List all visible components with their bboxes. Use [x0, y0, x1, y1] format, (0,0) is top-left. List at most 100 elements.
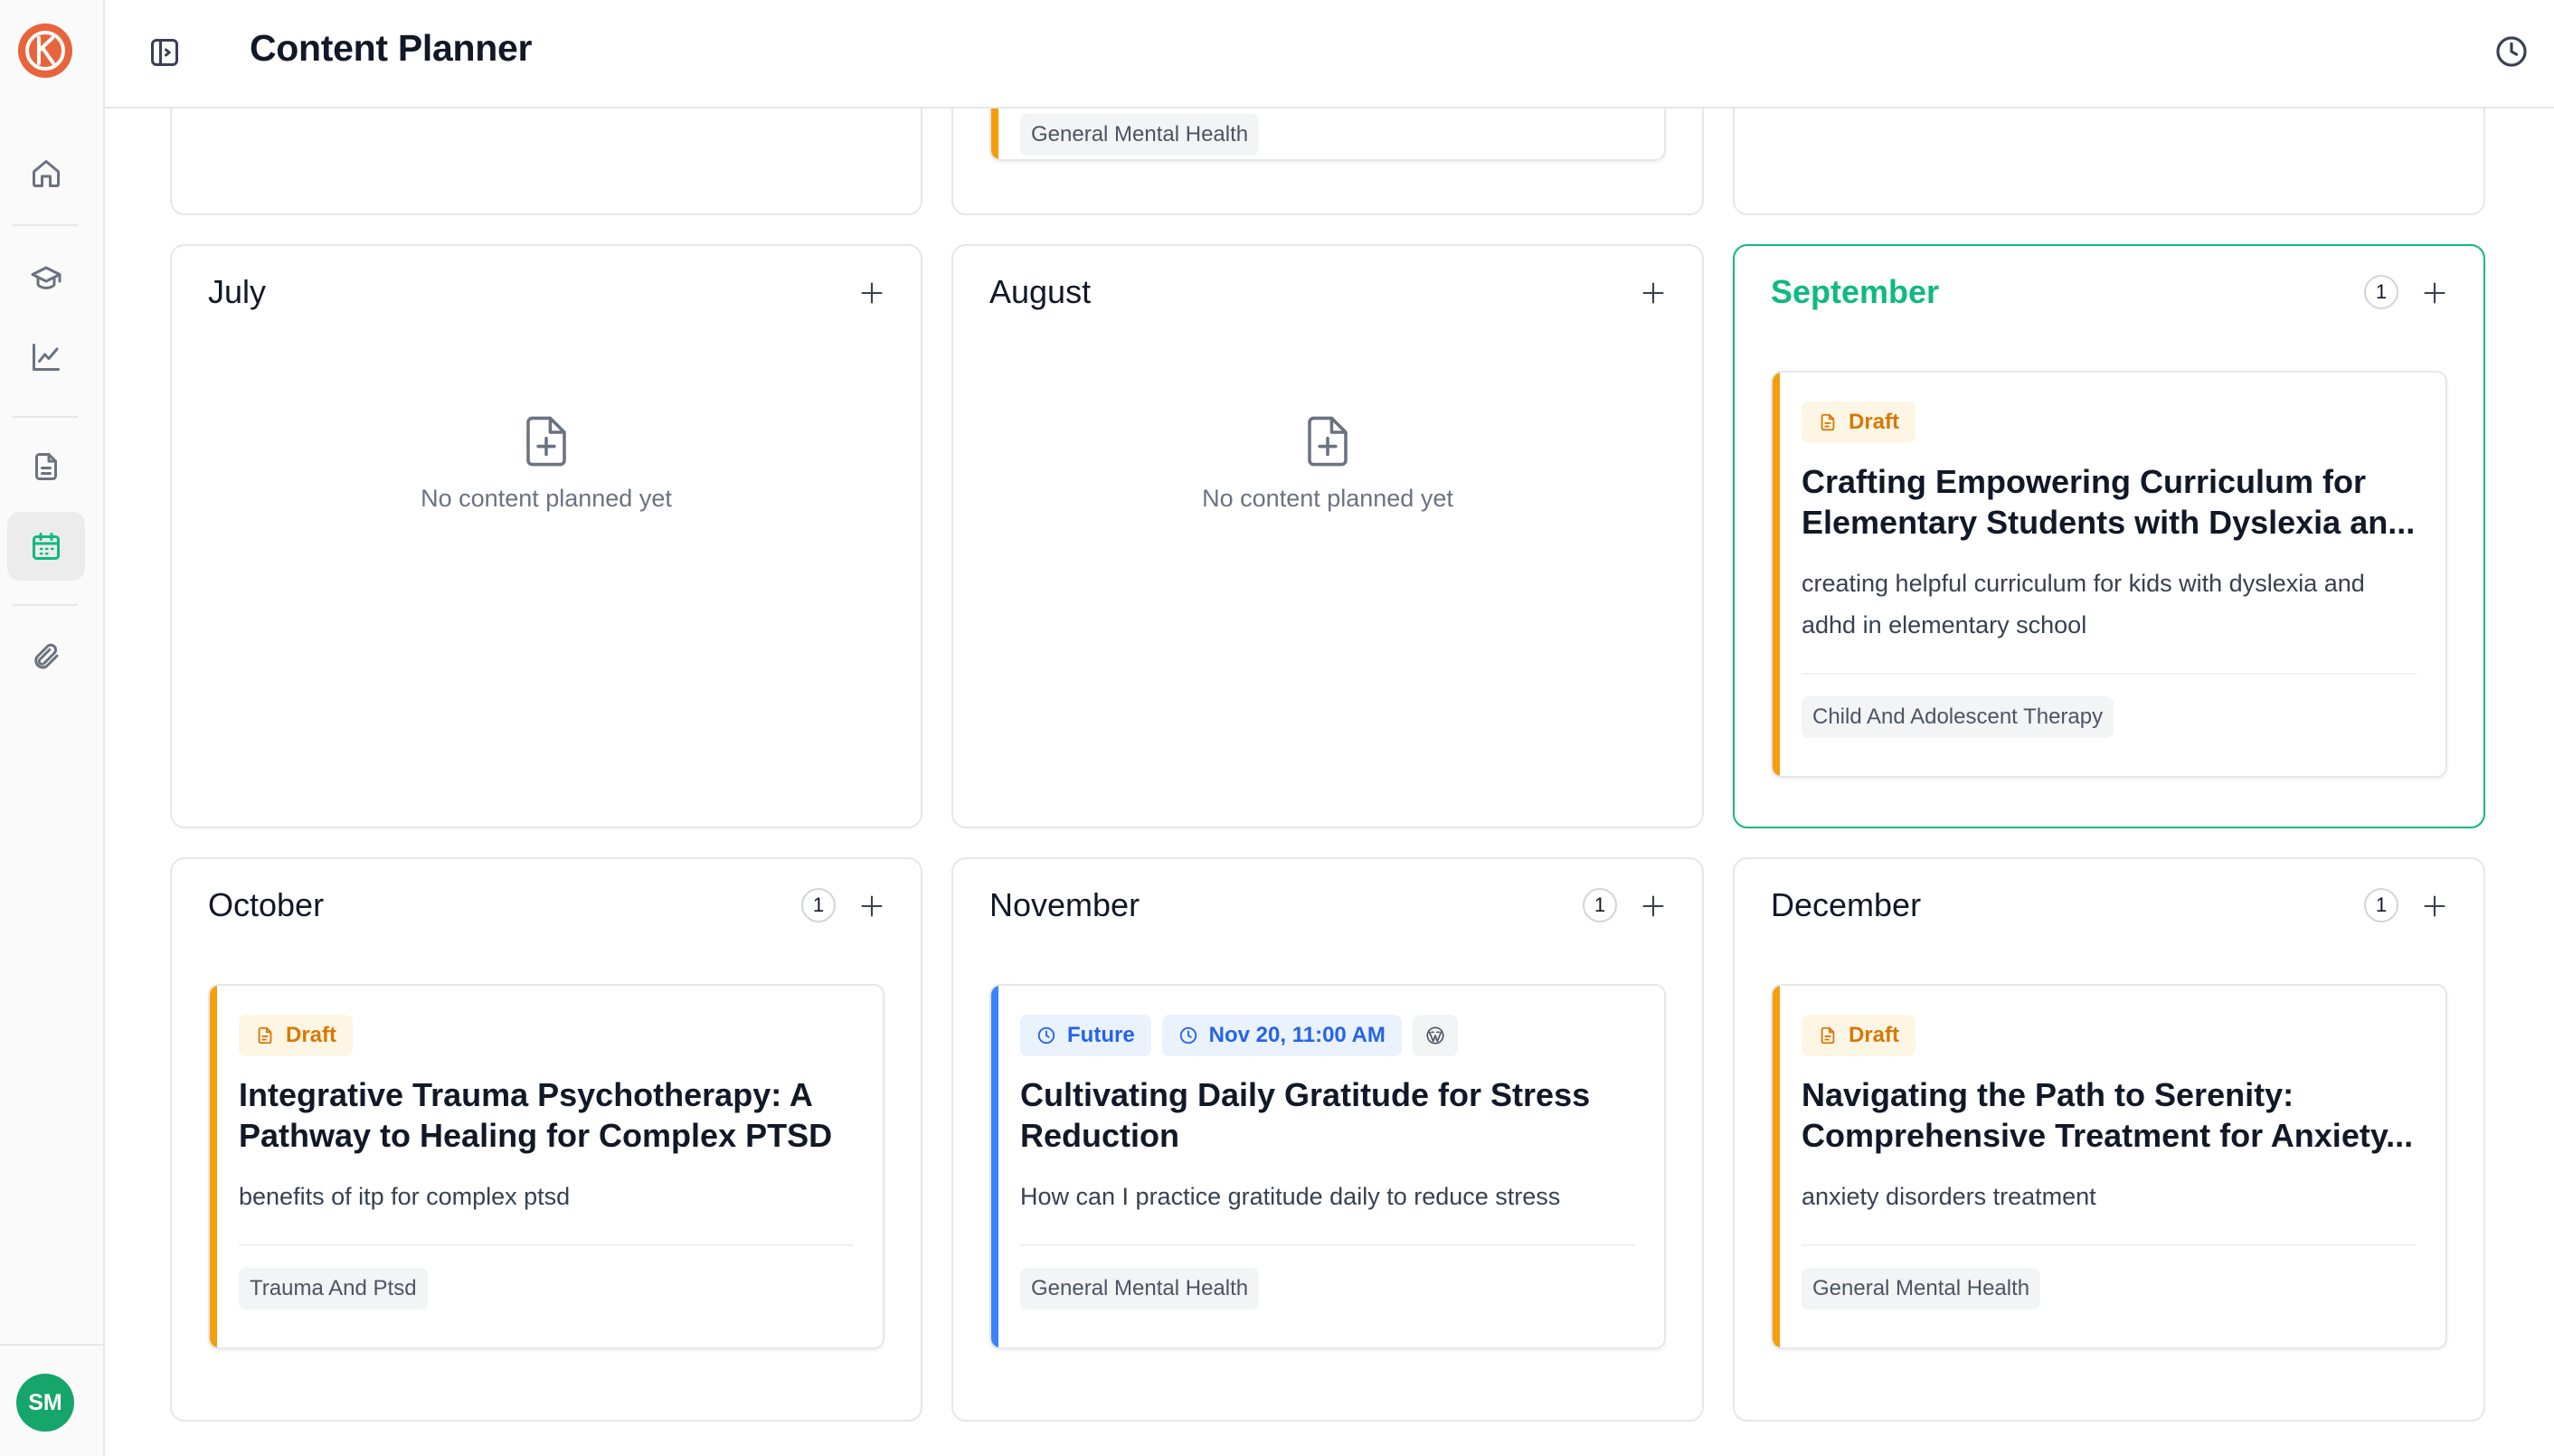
- status-badge: Future: [1020, 1015, 1151, 1056]
- month-card-september: September 1 Draft Crafting Empowering Cu…: [1733, 244, 2485, 828]
- status-label: Draft: [286, 1023, 337, 1047]
- draft-document-icon: [1821, 413, 1835, 431]
- card-divider: [1020, 1244, 1635, 1246]
- file-plus-icon: [526, 416, 566, 467]
- category-tag: General Mental Health: [1802, 1268, 2041, 1309]
- month-card-august: August No content planned yet: [951, 244, 1704, 828]
- content-card[interactable]: Future Nov 20, 11:00 AM Cultivating Dail…: [989, 984, 1666, 1349]
- app-logo[interactable]: [16, 22, 74, 80]
- add-content-button[interactable]: [2418, 277, 2451, 309]
- status-label: Draft: [1849, 1023, 1900, 1047]
- month-card-may: General Mental Health: [951, 109, 1704, 215]
- card-tags: Draft: [239, 1015, 354, 1056]
- content-card[interactable]: Draft Navigating the Path to Serenity: C…: [1771, 984, 2447, 1349]
- status-label: Future: [1067, 1023, 1135, 1047]
- category-tag: General Mental Health: [1020, 114, 1260, 156]
- chart-line-icon: [33, 344, 60, 371]
- add-content-button[interactable]: [856, 890, 888, 922]
- nav-home[interactable]: [7, 139, 85, 208]
- plus-icon: [861, 895, 883, 917]
- calendar-icon: [33, 533, 60, 560]
- clock-icon: [2496, 36, 2527, 67]
- nav-documents[interactable]: [7, 432, 85, 501]
- draft-document-icon: [258, 1026, 272, 1045]
- user-avatar[interactable]: SM: [16, 1374, 74, 1432]
- month-card-october: October 1 Draft Integrative Trauma Psych…: [170, 857, 922, 1422]
- month-title: November: [989, 886, 1140, 923]
- card-divider: [1802, 673, 2417, 675]
- status-label: Draft: [1849, 410, 1900, 434]
- plus-icon: [1642, 282, 1664, 304]
- month-card-april: [170, 109, 922, 215]
- schedule-label: Nov 20, 11:00 AM: [1208, 1023, 1386, 1047]
- content-count-badge: 1: [2364, 888, 2398, 922]
- category-tag: Trauma And Ptsd: [239, 1268, 428, 1309]
- clock-icon: [1179, 1026, 1197, 1045]
- card-description: anxiety disorders treatment: [1802, 1183, 2096, 1210]
- category-tag: General Mental Health: [1020, 1268, 1260, 1309]
- status-badge: Draft: [1802, 402, 1916, 443]
- status-badge: Draft: [239, 1015, 354, 1056]
- nav-divider: [13, 604, 78, 606]
- content-card[interactable]: General Mental Health: [989, 109, 1666, 161]
- draft-document-icon: [1821, 1026, 1835, 1045]
- card-tags: Draft: [1802, 1015, 1916, 1056]
- card-title: Integrative Trauma Psychotherapy: A Path…: [239, 1076, 833, 1154]
- home-icon: [33, 160, 60, 187]
- page-title: Content Planner: [250, 27, 533, 69]
- card-title: Crafting Empowering Curriculum for Eleme…: [1802, 463, 2416, 541]
- card-divider: [239, 1244, 854, 1246]
- card-divider: [1802, 1244, 2417, 1246]
- empty-state: No content planned yet: [953, 414, 1702, 513]
- card-tags: Future Nov 20, 11:00 AM: [1020, 1015, 1458, 1056]
- plus-icon: [2424, 282, 2445, 304]
- month-title: December: [1771, 886, 1922, 923]
- card-description: creating helpful curriculum for kids wit…: [1802, 570, 2365, 638]
- status-badge: Draft: [1802, 1015, 1916, 1056]
- add-content-button[interactable]: [1637, 277, 1670, 309]
- sidebar: SM: [0, 0, 105, 1456]
- sidebar-toggle-button[interactable]: [145, 33, 184, 72]
- nav-divider: [13, 416, 78, 418]
- document-icon: [35, 453, 57, 480]
- content-count-badge: 1: [1583, 888, 1617, 922]
- nav-attachments[interactable]: [7, 622, 85, 691]
- plus-icon: [1642, 895, 1664, 917]
- content-card[interactable]: Draft Integrative Trauma Psychotherapy: …: [208, 984, 884, 1349]
- nav-courses[interactable]: [7, 244, 85, 313]
- plus-icon: [861, 282, 883, 304]
- graduation-cap-icon: [31, 266, 61, 289]
- paperclip-icon: [34, 643, 59, 669]
- logo-icon: [18, 24, 72, 78]
- month-card-november: November 1 Future Nov 20, 11:00 AM Culti…: [951, 857, 1704, 1422]
- card-description: How can I practice gratitude daily to re…: [1020, 1183, 1561, 1210]
- empty-state-text: No content planned yet: [1202, 485, 1453, 512]
- month-title: September: [1771, 273, 1940, 310]
- wordpress-icon: [1426, 1026, 1444, 1045]
- content-card[interactable]: Draft Crafting Empowering Curriculum for…: [1771, 371, 2447, 778]
- nav-analytics[interactable]: [7, 323, 85, 392]
- card-tags: Draft: [1802, 402, 1916, 443]
- content-count-badge: 1: [2364, 275, 2398, 309]
- clock-icon: [1037, 1026, 1055, 1045]
- history-button[interactable]: [2491, 31, 2532, 72]
- month-card-december: December 1 Draft Navigating the Path to …: [1733, 857, 2485, 1422]
- wordpress-badge: [1412, 1015, 1458, 1056]
- empty-state-text: No content planned yet: [421, 485, 672, 512]
- empty-state: No content planned yet: [172, 414, 921, 513]
- nav-divider: [13, 224, 78, 226]
- add-content-button[interactable]: [1637, 890, 1670, 922]
- add-content-button[interactable]: [856, 277, 888, 309]
- card-description: benefits of itp for complex ptsd: [239, 1183, 571, 1210]
- plus-icon: [2424, 895, 2445, 917]
- card-title: Navigating the Path to Serenity: Compreh…: [1802, 1076, 2414, 1154]
- month-title: August: [989, 273, 1092, 310]
- top-header: Content Planner: [105, 0, 2554, 109]
- month-title: October: [208, 886, 325, 923]
- add-content-button[interactable]: [2418, 890, 2451, 922]
- nav-content-planner[interactable]: [7, 512, 85, 581]
- card-title: Cultivating Daily Gratitude for Stress R…: [1020, 1076, 1591, 1154]
- month-title: July: [208, 273, 267, 310]
- sidebar-divider: [0, 1344, 105, 1346]
- content-count-badge: 1: [801, 888, 836, 922]
